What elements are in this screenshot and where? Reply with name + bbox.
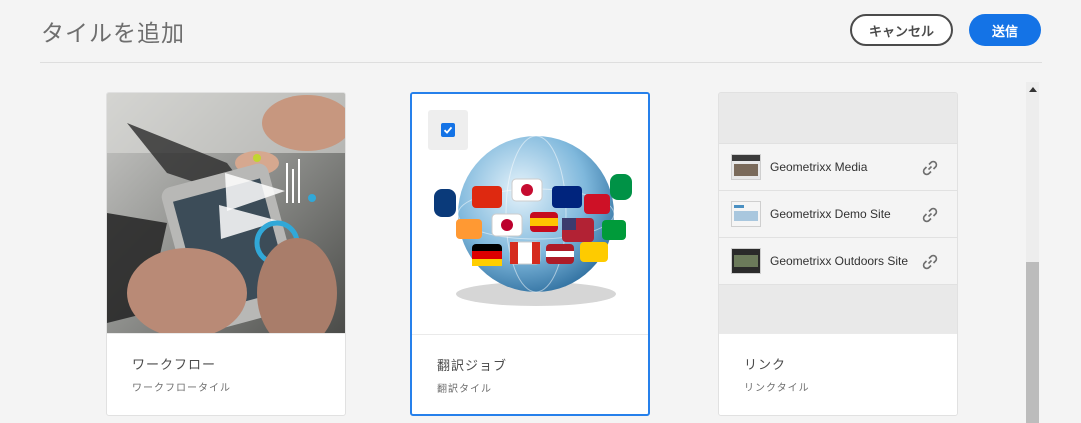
site-label: Geometrixx Demo Site — [770, 207, 891, 221]
tile-card-links[interactable]: Geometrixx Media Geometrixx Demo Site Ge… — [718, 92, 958, 416]
site-label: Geometrixx Outdoors Site — [770, 254, 909, 268]
tile-card-workflow[interactable]: ワークフロー ワークフロータイル — [106, 92, 346, 416]
site-thumbnail — [731, 248, 761, 274]
link-item: Geometrixx Media — [719, 143, 957, 191]
link-item: Geometrixx Outdoors Site — [719, 238, 957, 285]
page-title: タイルを追加 — [41, 21, 185, 47]
card-info: リンク リンクタイル — [719, 333, 957, 415]
card-subtitle: リンクタイル — [744, 383, 810, 394]
card-title: ワークフロー — [132, 358, 217, 373]
site-thumbnail — [731, 201, 761, 227]
card-info: 翻訳ジョブ 翻訳タイル — [412, 334, 648, 414]
site-thumbnail — [731, 154, 761, 180]
checkbox-checked-icon — [441, 123, 455, 137]
submit-button[interactable]: 送信 — [969, 14, 1041, 46]
card-subtitle: 翻訳タイル — [437, 384, 492, 395]
card-title: リンク — [744, 358, 787, 373]
scroll-up-arrow-icon[interactable] — [1026, 82, 1039, 96]
translation-thumbnail — [412, 94, 648, 334]
header-divider — [40, 62, 1042, 63]
card-subtitle: ワークフロータイル — [132, 383, 231, 394]
link-icon — [922, 254, 938, 270]
link-icon — [922, 160, 938, 176]
links-thumbnail: Geometrixx Media Geometrixx Demo Site Ge… — [719, 93, 957, 333]
site-label: Geometrixx Media — [770, 160, 868, 174]
scrollbar-thumb[interactable] — [1026, 262, 1039, 423]
link-item: Geometrixx Demo Site — [719, 191, 957, 238]
card-title: 翻訳ジョブ — [437, 359, 508, 374]
workflow-thumbnail — [107, 93, 345, 333]
card-info: ワークフロー ワークフロータイル — [107, 333, 345, 415]
tile-card-translation[interactable]: 翻訳ジョブ 翻訳タイル — [410, 92, 650, 416]
tile-checkbox[interactable] — [428, 110, 468, 150]
cancel-button[interactable]: キャンセル — [850, 14, 953, 46]
link-icon — [922, 207, 938, 223]
link-list: Geometrixx Media Geometrixx Demo Site Ge… — [719, 143, 957, 285]
